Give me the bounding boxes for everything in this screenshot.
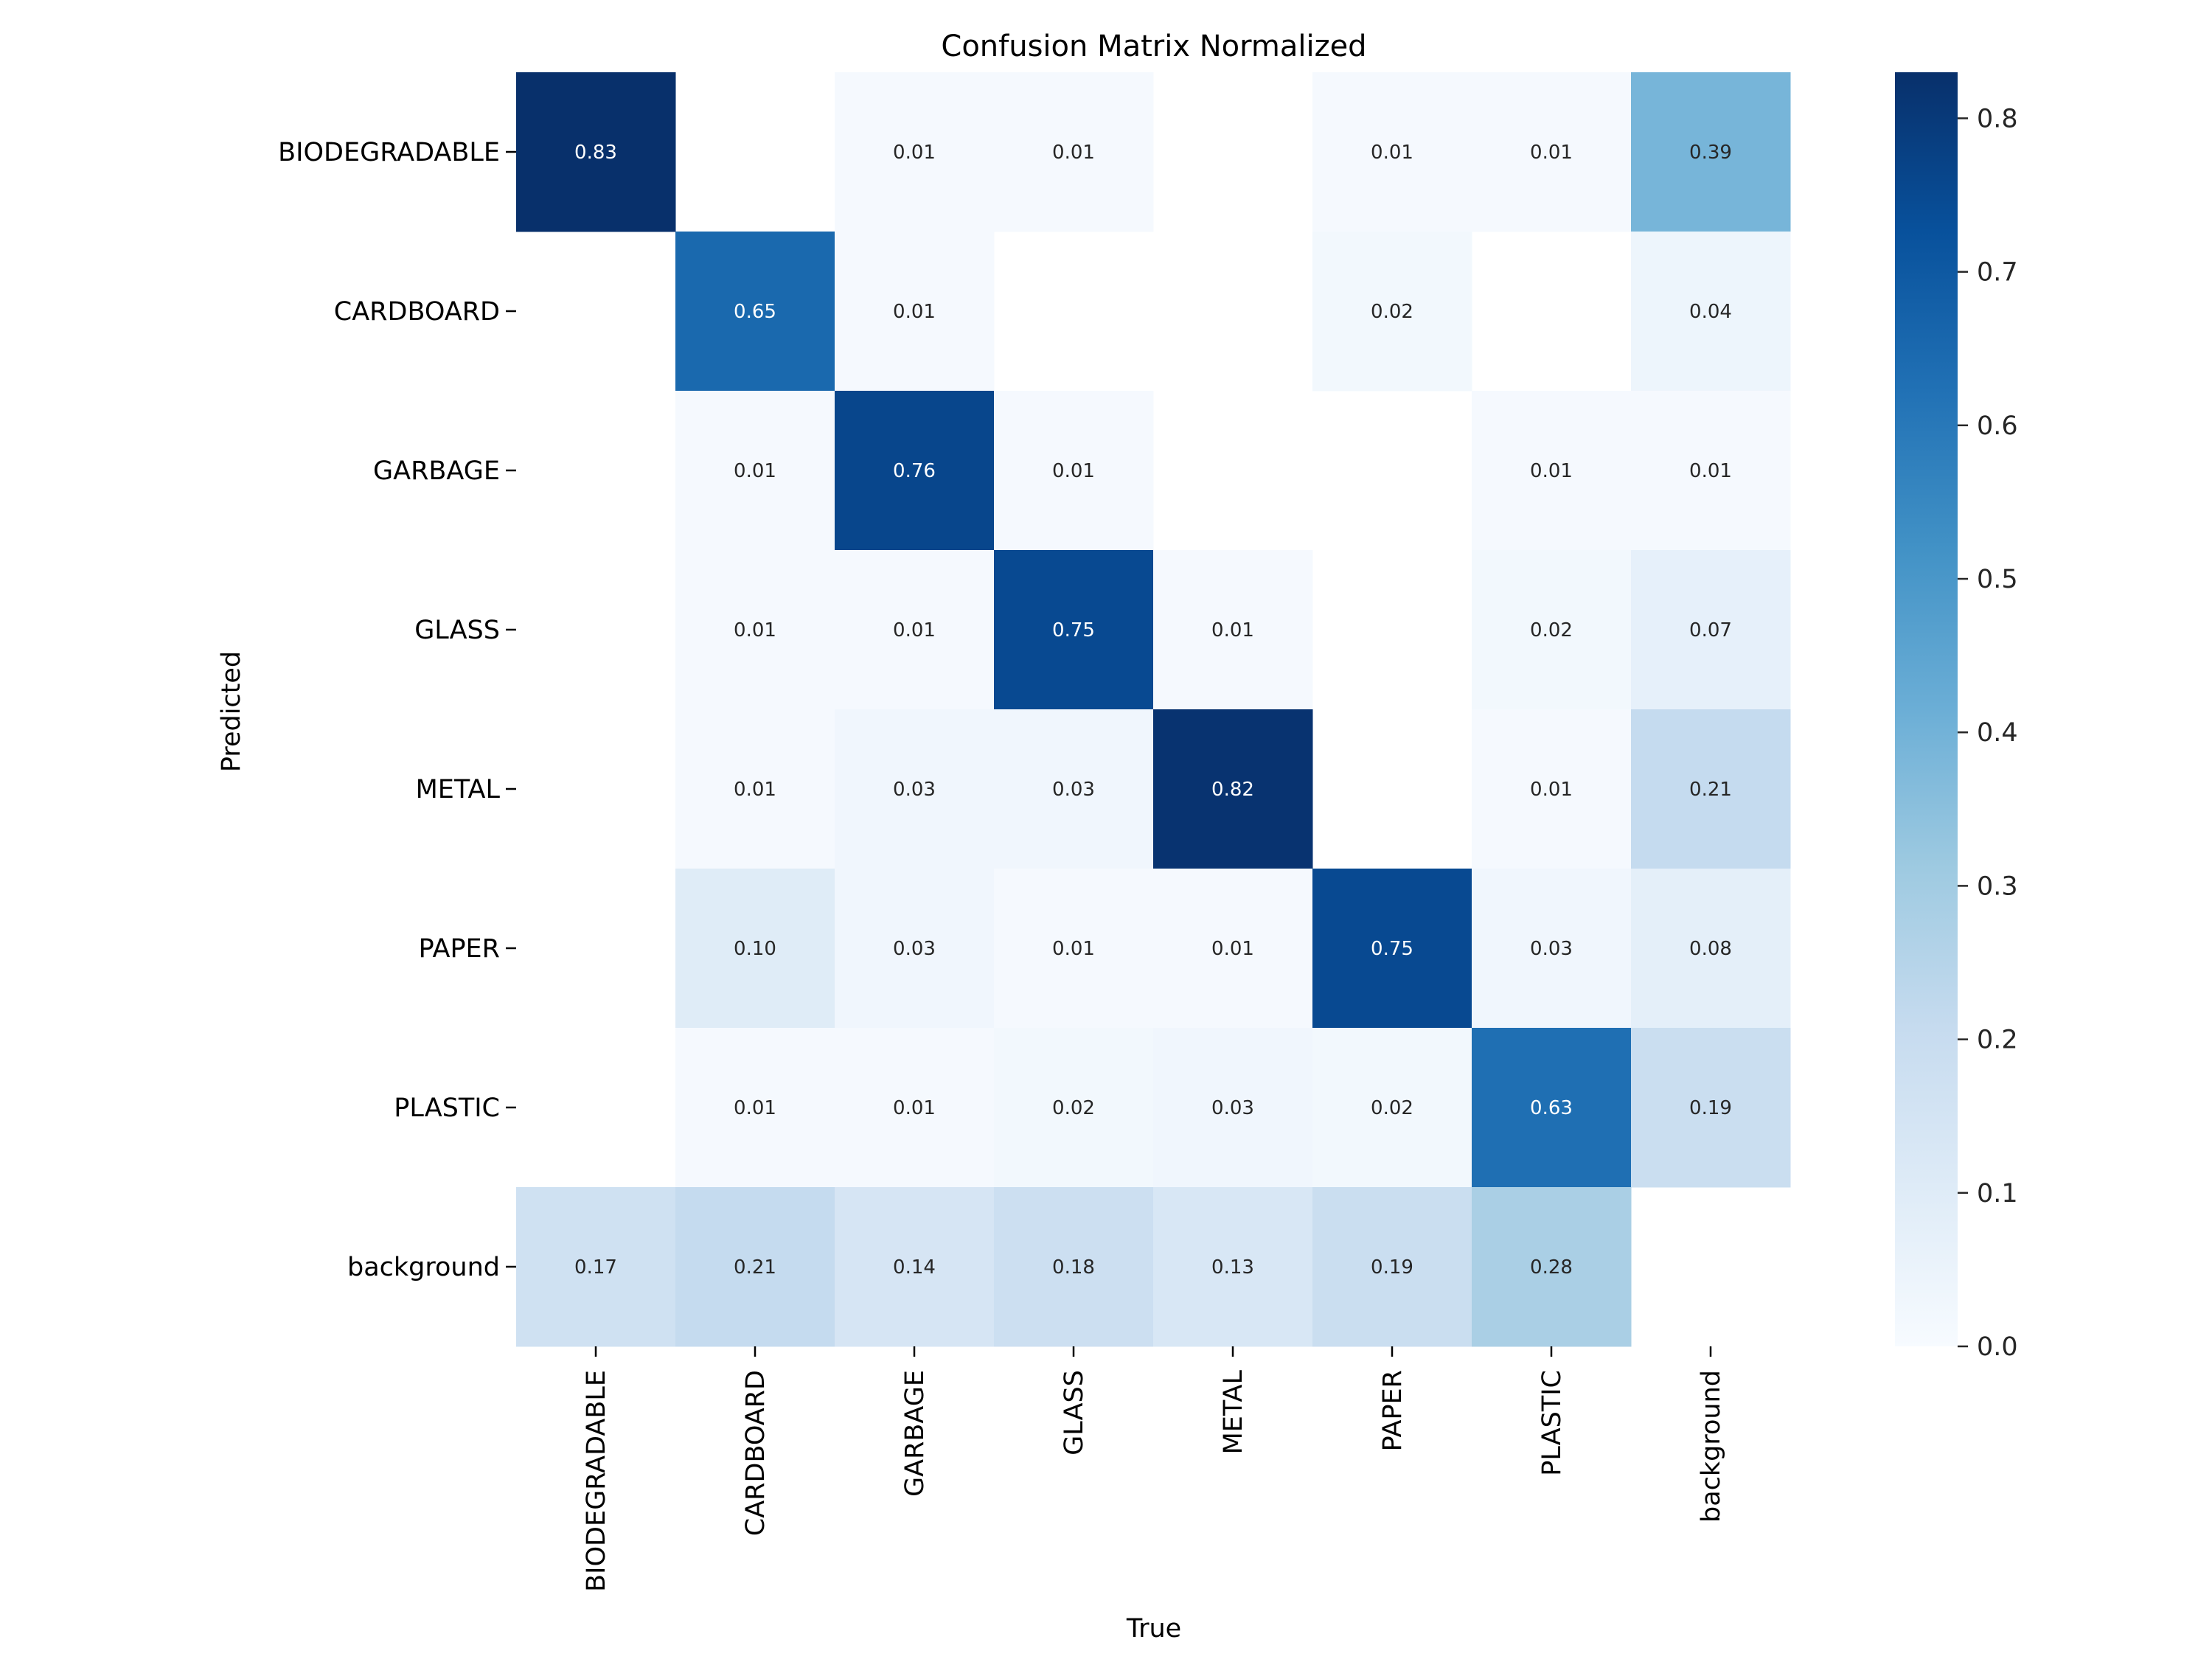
colorbar-tick-label: 0.3 [1977,872,2018,901]
cell-value-label: 0.65 [734,301,776,323]
y-tick-label: GARBAGE [373,456,500,486]
cell-value-label: 0.01 [893,301,936,323]
y-tick-label: CARDBOARD [334,297,500,327]
cell-value-label: 0.01 [1371,142,1413,164]
colorbar-tick-label: 0.7 [1977,258,2018,288]
cell-value-label: 0.01 [893,1097,936,1119]
cell-value-label: 0.17 [574,1256,617,1279]
colorbar-ticks: 0.0 0.1 0.2 0.3 0.4 0.5 0.6 0.7 0.8 [1958,104,2018,1362]
cell-value-label: 0.75 [1371,938,1413,960]
cell-value-label: 0.01 [893,619,936,641]
x-axis-ticks: BIODEGRADABLE CARDBOARD GARBAGE GLASS METAL P… [582,1346,1726,1592]
cell-value-label: 0.01 [1530,142,1573,164]
cell-value-label: 0.03 [893,779,936,801]
y-axis-ticks: BIODEGRADABLE CARDBOARD GARBAGE GLASS METAL P… [278,138,516,1282]
cell-value-label: 0.39 [1689,142,1732,164]
cell-value-label: 0.75 [1052,619,1095,641]
y-tick-label: PLASTIC [394,1093,500,1123]
cell-value-label: 0.01 [1530,460,1573,482]
y-axis-label: Predicted [217,651,246,772]
colorbar-tick-label: 0.5 [1977,565,2018,594]
heatmap-cells [516,72,1791,1347]
cell-value-label: 0.03 [1530,938,1573,960]
cell-value-label: 0.01 [1052,938,1095,960]
cell-value-label: 0.19 [1371,1256,1413,1279]
colorbar-tick-label: 0.8 [1977,104,2018,133]
cell-value-label: 0.03 [1052,779,1095,801]
cell-value-label: 0.01 [734,779,776,801]
x-tick-label: GLASS [1060,1370,1089,1455]
x-tick-label: PAPER [1378,1370,1408,1451]
colorbar [1895,72,1958,1346]
cell-value-label: 0.02 [1530,619,1573,641]
cell-value-label: 0.01 [734,1097,776,1119]
cell-value-label: 0.01 [1211,619,1254,641]
x-tick-label: METAL [1219,1370,1248,1455]
cell-value-label: 0.02 [1052,1097,1095,1119]
cell-value-label: 0.18 [1052,1256,1095,1279]
cell-value-label: 0.14 [893,1256,936,1279]
y-tick-label: background [347,1253,500,1282]
cell-value-label: 0.19 [1689,1097,1732,1119]
cell-value-label: 0.01 [1530,779,1573,801]
cell-value-label: 0.01 [1211,938,1254,960]
cell-value-label: 0.04 [1689,301,1732,323]
x-axis-label: True [1126,1614,1181,1644]
x-tick-label: PLASTIC [1537,1370,1567,1476]
cell-value-label: 0.03 [1211,1097,1254,1119]
cell-value-label: 0.13 [1211,1256,1254,1279]
cell-value-label: 0.01 [1052,142,1095,164]
cell-value-label: 0.28 [1530,1256,1573,1279]
cell-value-label: 0.03 [893,938,936,960]
y-tick-label: GLASS [414,616,500,645]
cell-value-label: 0.21 [1689,779,1732,801]
cell-value-label: 0.02 [1371,1097,1413,1119]
y-tick-label: METAL [416,775,501,804]
colorbar-tick-label: 0.6 [1977,411,2018,441]
cell-value-label: 0.07 [1689,619,1732,641]
cell-value-label: 0.08 [1689,938,1732,960]
chart-title: Confusion Matrix Normalized [941,29,1366,63]
confusion-matrix-chart: Confusion Matrix Normalized 0.83 0.01 0.01… [217,29,2018,1644]
x-tick-label: CARDBOARD [741,1370,771,1536]
colorbar-tick-label: 0.4 [1977,718,2018,748]
x-tick-label: BIODEGRADABLE [582,1370,611,1592]
cell-value-label: 0.83 [574,142,617,164]
y-tick-label: PAPER [419,934,500,964]
y-tick-label: BIODEGRADABLE [278,138,500,167]
cell-value-label: 0.01 [734,619,776,641]
x-tick-label: GARBAGE [900,1370,930,1497]
x-tick-label: background [1697,1370,1726,1523]
colorbar-gradient [1895,72,1958,1346]
cell-value-label: 0.76 [893,460,936,482]
cell-value-label: 0.63 [1530,1097,1573,1119]
colorbar-tick-label: 0.2 [1977,1026,2018,1055]
cell-value-label: 0.01 [1689,460,1732,482]
colorbar-tick-label: 0.0 [1977,1332,2018,1362]
cell-value-label: 0.01 [893,142,936,164]
cell-value-label: 0.02 [1371,301,1413,323]
colorbar-tick-label: 0.1 [1977,1179,2018,1208]
cell-value-label: 0.10 [734,938,776,960]
cell-value-label: 0.01 [1052,460,1095,482]
cell-value-label: 0.82 [1211,779,1254,801]
cell-value-label: 0.21 [734,1256,776,1279]
cell-value-label: 0.01 [734,460,776,482]
